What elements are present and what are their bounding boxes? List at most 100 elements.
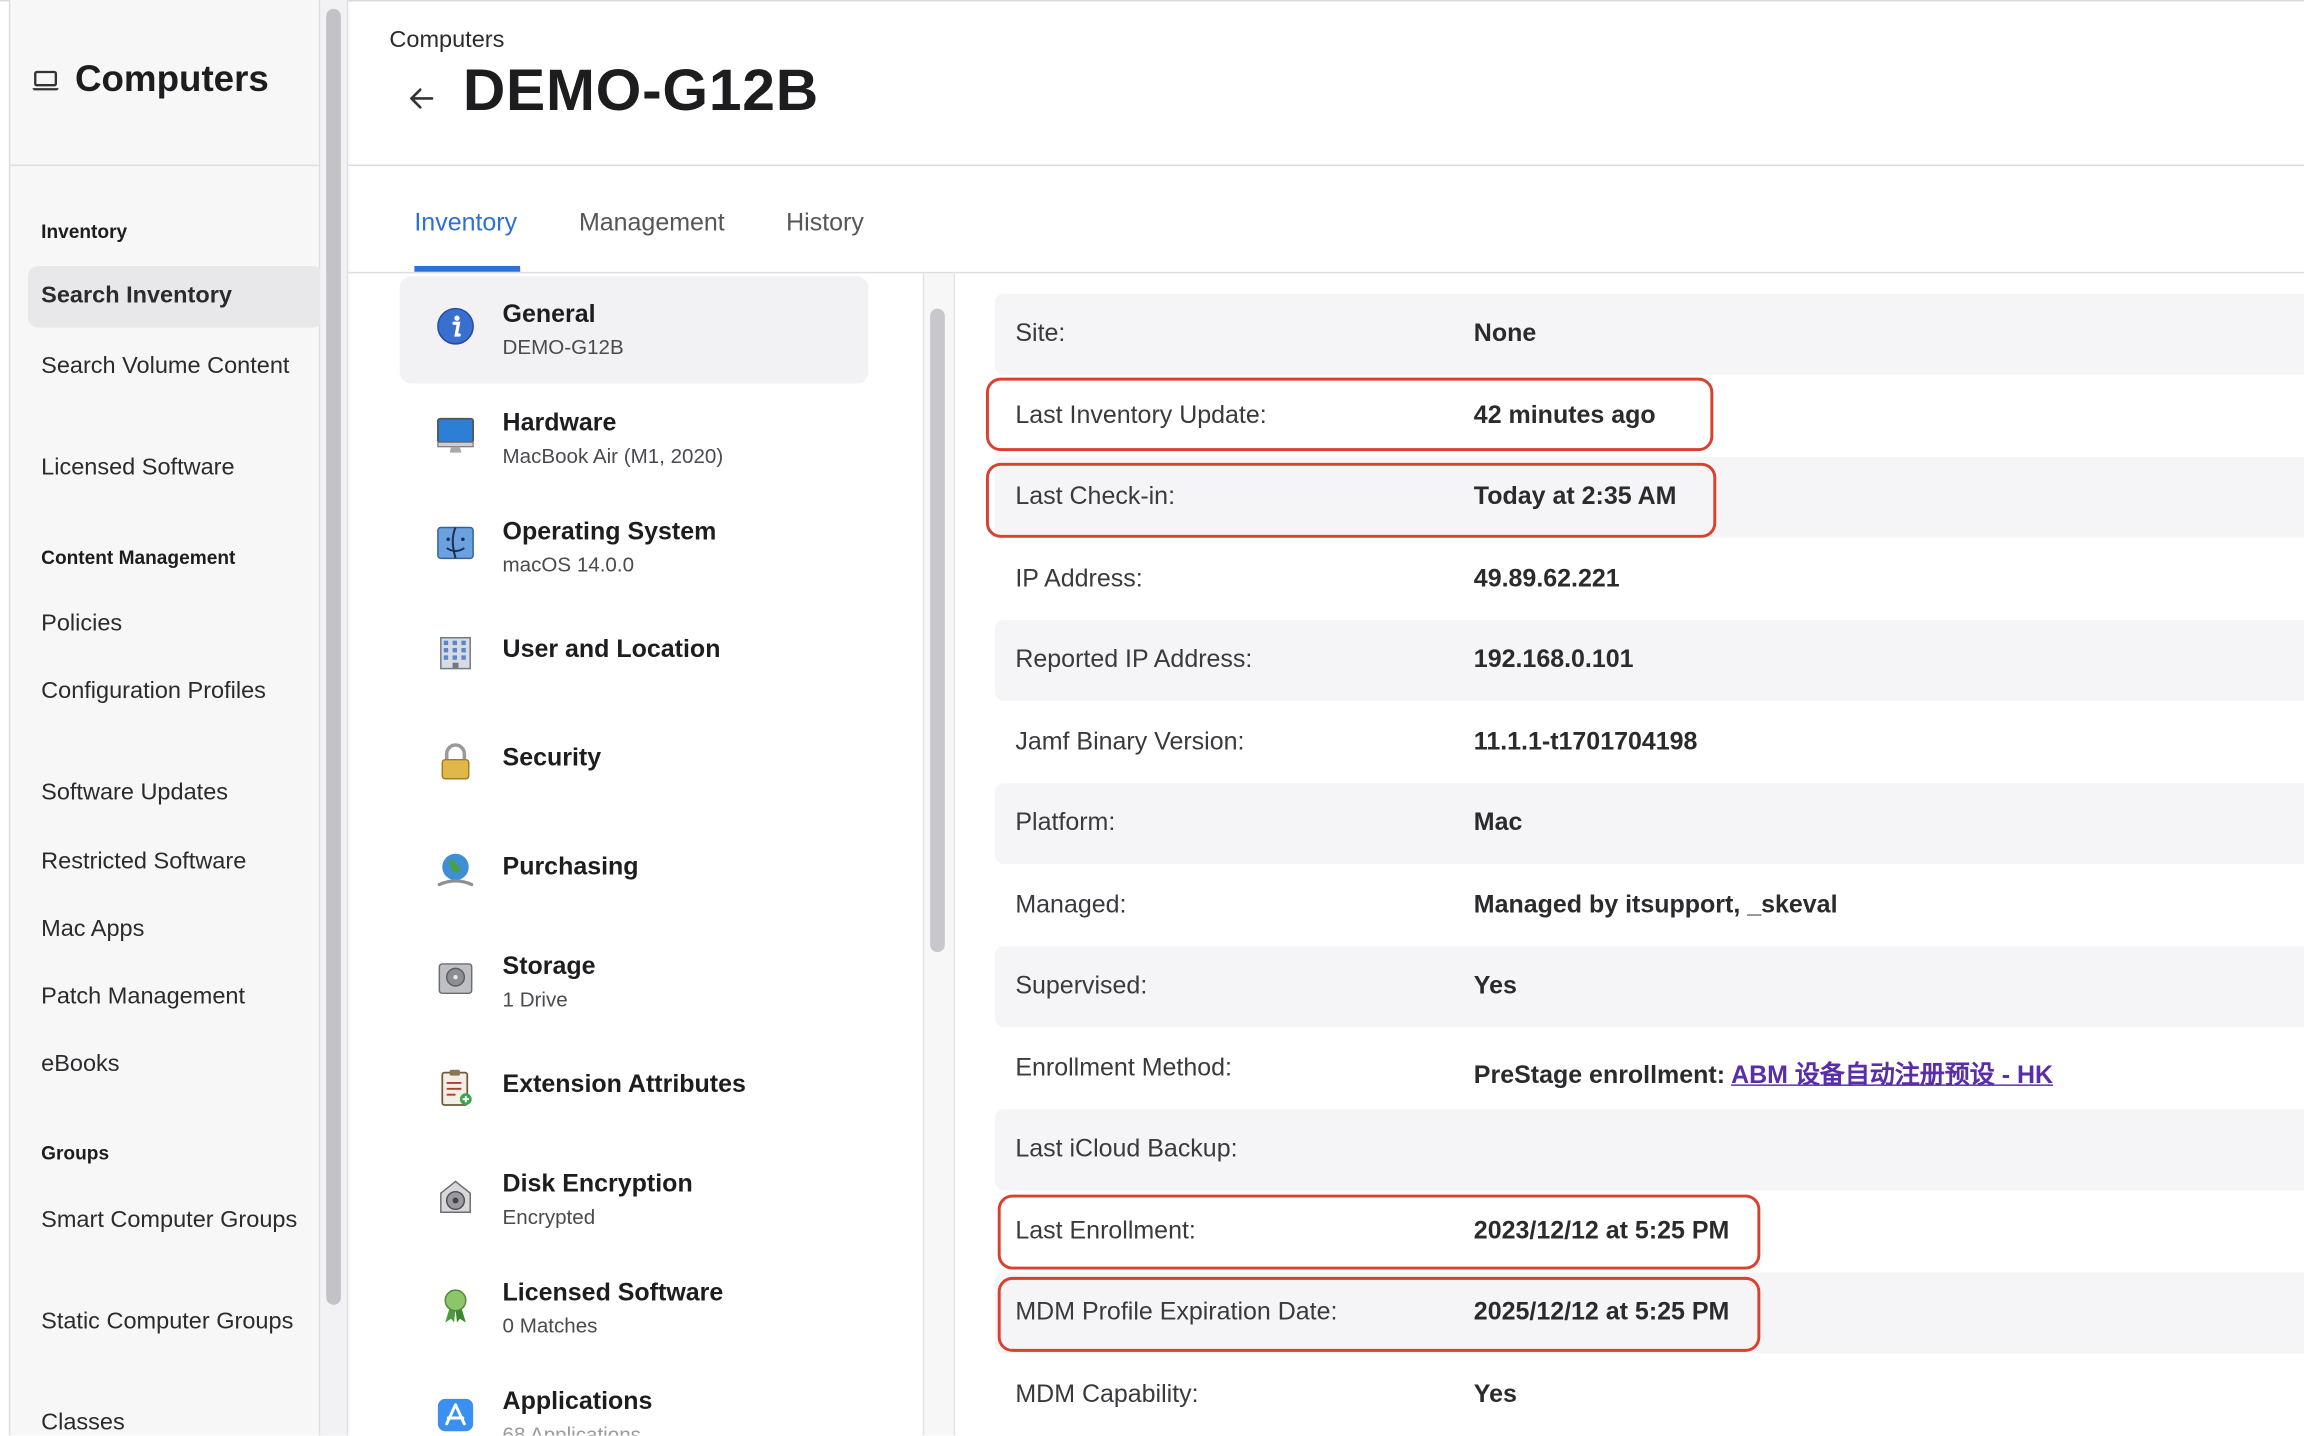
detail-row-managed: Managed: Managed by itsupport, _skeval bbox=[995, 865, 2304, 946]
tab-history[interactable]: History bbox=[786, 209, 864, 238]
detail-value: Mac bbox=[1473, 808, 1523, 837]
category-subtitle: MacBook Air (M1, 2020) bbox=[502, 443, 724, 468]
app-store-icon bbox=[437, 1398, 474, 1432]
category-name: User and Location bbox=[502, 634, 721, 663]
detail-value: PreStage enrollment: ABM 设备自动注册预设 - HK bbox=[1474, 1054, 2053, 1091]
sidebar-item-classes[interactable]: Classes bbox=[28, 1406, 323, 1436]
detail-row-mdm-capability: MDM Capability: Yes bbox=[995, 1355, 2304, 1436]
detail-value: Yes bbox=[1473, 1379, 1517, 1408]
category-name: Security bbox=[502, 743, 602, 772]
monitor-icon bbox=[436, 417, 475, 453]
category-name: Applications bbox=[502, 1387, 653, 1416]
category-subtitle: 0 Matches bbox=[502, 1313, 598, 1338]
finder-icon bbox=[437, 526, 474, 560]
category-name: Licensed Software bbox=[502, 1278, 724, 1307]
category-general[interactable]: General DEMO-G12B bbox=[399, 276, 869, 384]
sidebar-item-policies[interactable]: Policies bbox=[28, 607, 323, 641]
detail-value: Managed by itsupport, _skeval bbox=[1473, 890, 1838, 919]
highlight-box bbox=[985, 377, 1714, 452]
tab-inventory[interactable]: Inventory bbox=[414, 209, 517, 238]
detail-value: 192.168.0.101 bbox=[1473, 645, 1634, 673]
sidebar-item-restricted-software[interactable]: Restricted Software bbox=[28, 845, 323, 879]
detail-label: Jamf Binary Version: bbox=[1015, 727, 1245, 756]
sidebar-header: Computers bbox=[10, 0, 319, 167]
category-operating-system[interactable]: Operating System macOS 14.0.0 bbox=[400, 494, 869, 601]
sidebar-item-software-updates[interactable]: Software Updates bbox=[28, 776, 323, 810]
laptop-icon bbox=[32, 70, 59, 91]
category-purchasing[interactable]: Purchasing bbox=[400, 820, 869, 927]
sidebar-section-groups: Groups bbox=[41, 1141, 110, 1164]
category-user-and-location[interactable]: User and Location bbox=[400, 602, 869, 709]
sidebar-item-configuration-profiles[interactable]: Configuration Profiles bbox=[28, 674, 323, 708]
sidebar-item-licensed-software[interactable]: Licensed Software bbox=[28, 451, 323, 485]
back-arrow-icon[interactable] bbox=[406, 82, 438, 114]
category-hardware[interactable]: Hardware MacBook Air (M1, 2020) bbox=[400, 385, 869, 492]
detail-row-reported-ip-address: Reported IP Address: 192.168.0.101 bbox=[994, 620, 2304, 701]
tab-management[interactable]: Management bbox=[579, 209, 725, 238]
sidebar-section-inventory: Inventory bbox=[41, 220, 128, 243]
category-name: Disk Encryption bbox=[502, 1169, 693, 1198]
sidebar-scrollbar-thumb[interactable] bbox=[326, 8, 341, 1305]
detail-label: Managed: bbox=[1015, 890, 1127, 919]
tabs-divider bbox=[348, 271, 2304, 274]
detail-value: None bbox=[1473, 318, 1537, 347]
category-storage[interactable]: Storage 1 Drive bbox=[400, 929, 869, 1036]
detail-label: Last iCloud Backup: bbox=[1015, 1134, 1238, 1163]
sidebar-item-patch-management[interactable]: Patch Management bbox=[28, 980, 323, 1014]
detail-label: IP Address: bbox=[1015, 564, 1143, 593]
highlight-box bbox=[985, 462, 1717, 538]
category-name: Hardware bbox=[502, 408, 617, 437]
detail-label: Platform: bbox=[1015, 808, 1116, 837]
category-applications[interactable]: Applications 68 Applications bbox=[400, 1364, 869, 1436]
detail-label: Site: bbox=[1015, 318, 1066, 347]
sidebar-item-smart-computer-groups[interactable]: Smart Computer Groups bbox=[28, 1203, 323, 1237]
category-subtitle: DEMO-G12B bbox=[502, 335, 624, 359]
category-subtitle: Encrypted bbox=[502, 1204, 596, 1229]
detail-label: Reported IP Address: bbox=[1015, 645, 1253, 673]
category-subtitle: 1 Drive bbox=[502, 987, 568, 1011]
category-scrollbar-thumb[interactable] bbox=[930, 308, 945, 953]
category-subtitle: 68 Applications bbox=[502, 1422, 641, 1436]
detail-row-ip-address: IP Address: 49.89.62.221 bbox=[995, 539, 2304, 620]
vault-icon bbox=[440, 1180, 471, 1213]
highlight-box bbox=[997, 1194, 1761, 1270]
sidebar: Computers Inventory Search Inventory Sea… bbox=[8, 0, 324, 1436]
sidebar-item-search-volume-content[interactable]: Search Volume Content bbox=[28, 350, 323, 384]
category-security[interactable]: Security bbox=[400, 711, 869, 818]
detail-label: Enrollment Method: bbox=[1015, 1053, 1232, 1082]
sidebar-section-content-management: Content Management bbox=[41, 546, 236, 569]
detail-row-enrollment-method: Enrollment Method: PreStage enrollment: … bbox=[995, 1029, 2304, 1110]
drive-icon bbox=[438, 963, 473, 995]
detail-value: 49.89.62.221 bbox=[1473, 564, 1620, 593]
category-name: Storage bbox=[502, 952, 596, 981]
award-icon bbox=[444, 1289, 467, 1323]
detail-row-platform: Platform: Mac bbox=[994, 783, 2304, 865]
lock-icon bbox=[441, 743, 470, 780]
detail-value: 11.1.1-t1701704198 bbox=[1473, 727, 1698, 756]
category-disk-encryption[interactable]: Disk Encryption Encrypted bbox=[400, 1146, 869, 1253]
category-extension-attributes[interactable]: Extension Attributes bbox=[400, 1037, 869, 1144]
detail-row-site: Site: None bbox=[994, 293, 2304, 375]
sidebar-item-ebooks[interactable]: eBooks bbox=[28, 1048, 323, 1082]
prestage-enrollment-link[interactable]: ABM 设备自动注册预设 - HK bbox=[1731, 1061, 2053, 1089]
info-icon bbox=[437, 307, 474, 345]
building-icon bbox=[440, 636, 471, 670]
detail-row-last-icloud-backup: Last iCloud Backup: bbox=[994, 1109, 2304, 1191]
sidebar-item-static-computer-groups[interactable]: Static Computer Groups bbox=[28, 1305, 323, 1339]
highlight-box bbox=[997, 1276, 1761, 1352]
detail-row-supervised: Supervised: Yes bbox=[994, 946, 2304, 1028]
sidebar-item-mac-apps[interactable]: Mac Apps bbox=[28, 912, 323, 946]
category-name: Extension Attributes bbox=[502, 1069, 746, 1098]
category-name: General bbox=[502, 299, 596, 328]
detail-value: Yes bbox=[1473, 971, 1517, 1000]
globe-icon bbox=[437, 853, 474, 887]
category-subtitle: macOS 14.0.0 bbox=[502, 552, 635, 577]
sidebar-title: Computers bbox=[74, 58, 269, 100]
breadcrumb[interactable]: Computers bbox=[389, 28, 504, 54]
category-licensed-software[interactable]: Licensed Software 0 Matches bbox=[400, 1255, 869, 1362]
clipboard-icon bbox=[441, 1069, 472, 1106]
sidebar-item-search-inventory[interactable]: Search Inventory bbox=[27, 265, 324, 328]
header-divider bbox=[348, 164, 2304, 167]
screen: Computers Inventory Search Inventory Sea… bbox=[0, 0, 2304, 1436]
page-title: DEMO-G12B bbox=[462, 58, 819, 124]
